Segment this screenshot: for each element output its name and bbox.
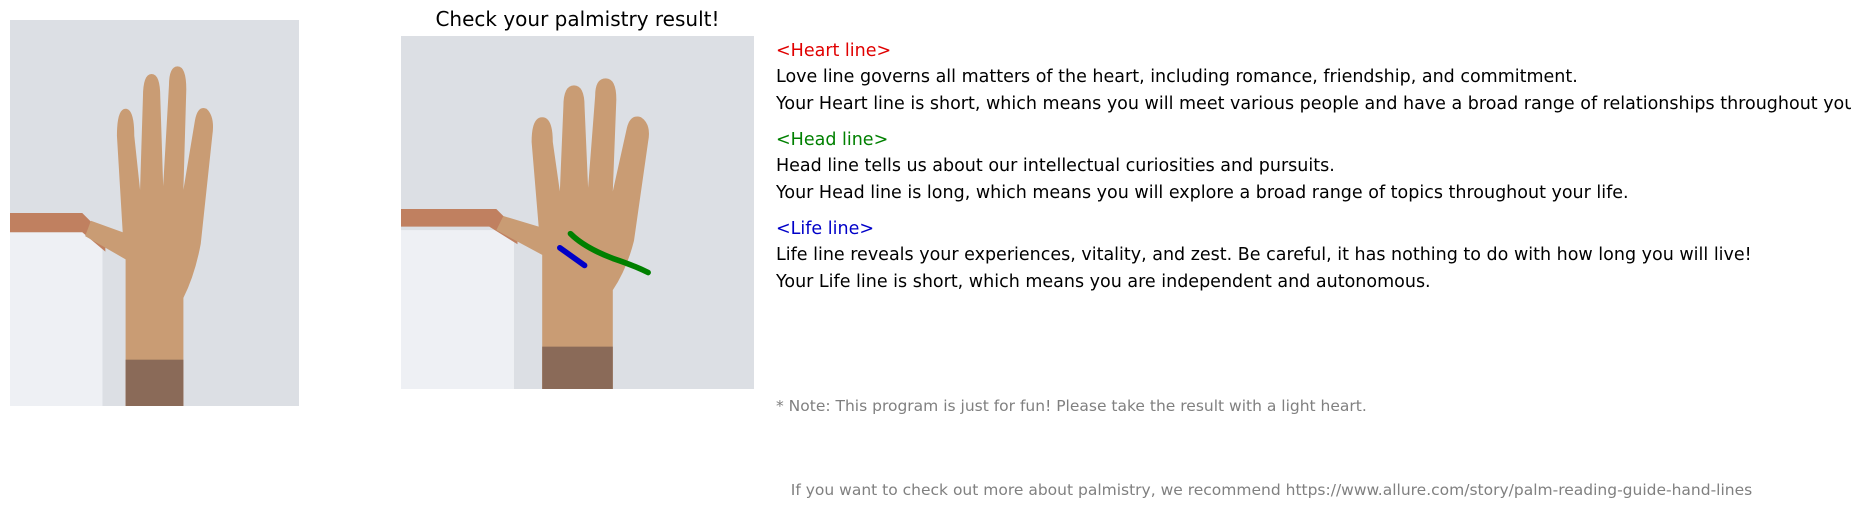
fun-note: * Note: This program is just for fun! Pl…: [776, 336, 1752, 532]
head-line-result: Your Head line is long, which means you …: [776, 183, 1629, 203]
head-line-description: Head line tells us about our intellectua…: [776, 156, 1335, 176]
palm-illustration: [10, 20, 299, 406]
heart-line-description: Love line governs all matters of the hea…: [776, 67, 1578, 87]
life-line-description: Life line reveals your experiences, vita…: [776, 245, 1752, 265]
head-line-section: <Head line> Head line tells us about our…: [776, 127, 1846, 207]
heart-line-heading: <Heart line>: [776, 41, 892, 61]
annotated-palm-image: [401, 36, 754, 389]
life-line-heading: <Life line>: [776, 219, 875, 239]
heart-line-section: <Heart line> Love line governs all matte…: [776, 38, 1851, 118]
life-line-section: <Life line> Life line reveals your exper…: [776, 216, 1846, 296]
head-line-heading: <Head line>: [776, 130, 889, 150]
note-disclaimer: * Note: This program is just for fun! Pl…: [776, 397, 1367, 415]
original-palm-image: [10, 20, 299, 406]
note-reference-link: If you want to check out more about palm…: [776, 481, 1753, 499]
annotated-palm-illustration: [401, 36, 754, 389]
life-line-result: Your Life line is short, which means you…: [776, 272, 1431, 292]
result-title: Check your palmistry result!: [435, 7, 720, 31]
palmistry-result: <Heart line> Love line governs all matte…: [776, 38, 1851, 296]
heart-line-result: Your Heart line is short, which means yo…: [776, 94, 1851, 114]
